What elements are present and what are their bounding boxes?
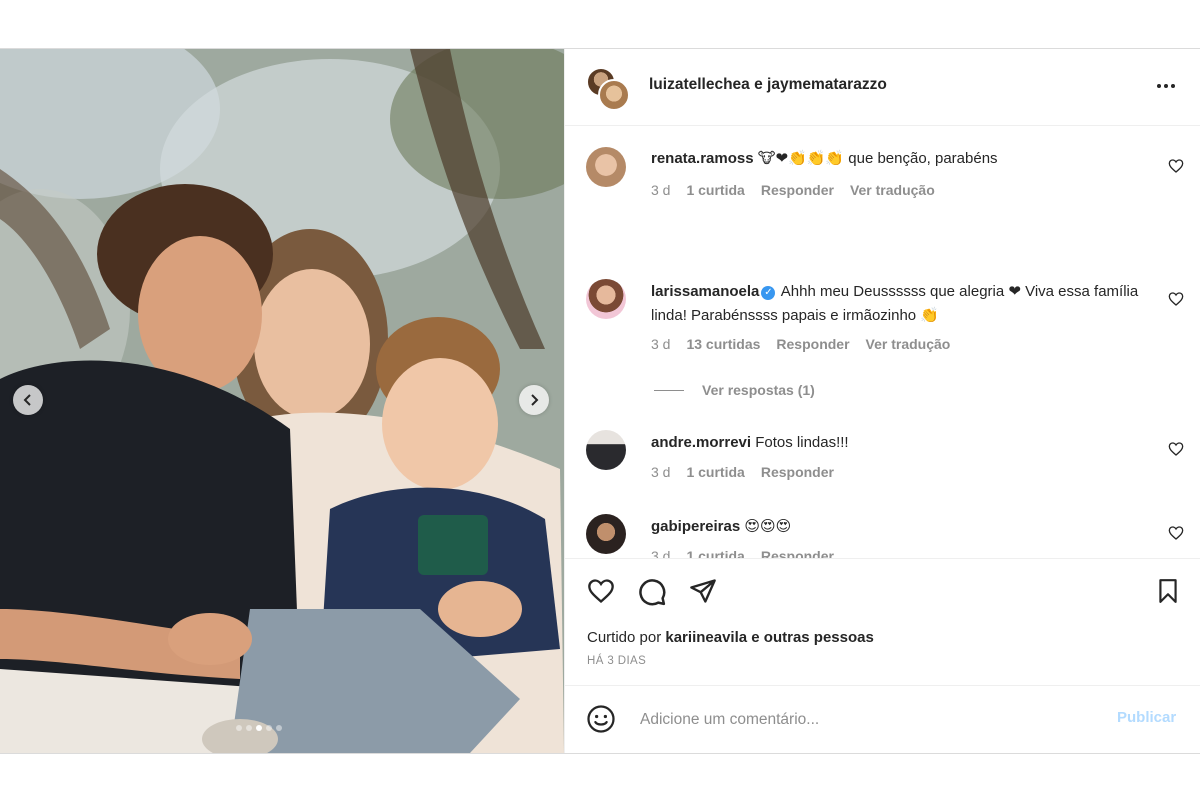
liked-by-text: Curtido por kariineavila e outras pessoa… [587,629,874,646]
chevron-right-icon [531,394,539,406]
comment-time: 3 d [651,548,671,558]
carousel-dot [246,725,252,731]
comment-body: larissamanoela ✓ Ahhh meu Deussssss que a… [651,280,1151,328]
comment-likes[interactable]: 13 curtidas [686,336,760,352]
carousel-dot [236,725,242,731]
comment-text: 😍😍😍 [744,518,792,535]
comment-text: Fotos lindas!!! [755,434,849,451]
comment-time: 3 d [651,464,671,480]
heart-icon[interactable] [1168,525,1184,541]
avatar[interactable] [586,279,626,319]
publish-button[interactable]: Publicar [1117,709,1176,726]
comment-meta: 3 d 1 curtida Responder [651,464,834,480]
comment-username[interactable]: gabipereiras [651,518,740,535]
comment-meta: 3 d 1 curtida Responder Ver tradução [651,182,935,198]
instagram-post: luizatellechea e jaymematarazzo renata.r… [0,48,1200,754]
carousel-dot-active [256,725,262,731]
reply-button[interactable]: Responder [761,182,834,198]
post-photo[interactable] [0,49,564,753]
comment-meta: 3 d 1 curtida Responder [651,548,834,558]
translate-button[interactable]: Ver tradução [850,182,935,198]
carousel-next-button[interactable] [519,385,549,415]
collab-avatars[interactable] [586,67,632,111]
post-side-panel: luizatellechea e jaymematarazzo renata.r… [564,49,1200,753]
avatar[interactable] [586,514,626,554]
comment-username[interactable]: andre.morrevi [651,434,751,451]
post-actions: Curtido por kariineavila e outras pessoa… [565,558,1200,685]
comment-time: 3 d [651,336,671,352]
comment-likes[interactable]: 1 curtida [686,182,744,198]
comments-list[interactable]: renata.ramoss 🐮❤👏👏👏 que benção, parabéns… [565,126,1200,558]
comment-bubble-icon[interactable] [637,577,667,607]
comment-likes[interactable]: 1 curtida [686,464,744,480]
more-horizontal-icon [1156,84,1161,88]
carousel-dot [266,725,272,731]
avatar [598,79,630,111]
comment-body: renata.ramoss 🐮❤👏👏👏 que benção, parabéns [651,147,1151,171]
liked-by-prefix: Curtido por [587,629,662,646]
carousel-dot [276,725,282,731]
comment-time: 3 d [651,182,671,198]
more-options-button[interactable] [1155,75,1181,97]
reply-button[interactable]: Responder [761,548,834,558]
comment-text: 🐮❤👏👏👏 que benção, parabéns [757,150,998,167]
comment-input[interactable] [638,706,1072,734]
chevron-left-icon [23,394,31,406]
avatar[interactable] [586,430,626,470]
comment-body: andre.morrevi Fotos lindas!!! [651,431,1151,455]
view-replies-label: Ver respostas (1) [702,382,815,398]
like-heart-icon[interactable] [586,577,616,605]
view-replies-button[interactable]: Ver respostas (1) [654,382,815,398]
liked-by-user[interactable]: kariineavila [665,629,747,646]
more-horizontal-icon [1170,84,1175,88]
post-timestamp[interactable]: HÁ 3 DIAS [587,655,646,667]
post-authors[interactable]: luizatellechea e jaymematarazzo [649,76,887,94]
avatar[interactable] [586,147,626,187]
translate-button[interactable]: Ver tradução [866,336,951,352]
post-header: luizatellechea e jaymematarazzo [565,49,1200,126]
liked-by-suffix[interactable]: e outras pessoas [751,629,874,646]
comment-meta: 3 d 13 curtidas Responder Ver tradução [651,336,950,352]
emoji-icon[interactable] [586,704,616,734]
divider [654,389,684,391]
comment-username[interactable]: renata.ramoss [651,150,754,167]
verified-badge-icon: ✓ [761,286,776,300]
carousel-previous-button[interactable] [13,385,43,415]
share-paper-plane-icon[interactable] [688,577,718,605]
family-photo-image [0,49,564,753]
reply-button[interactable]: Responder [761,464,834,480]
heart-icon[interactable] [1168,441,1184,457]
more-horizontal-icon [1163,84,1168,88]
carousel-dots [236,725,282,731]
heart-icon[interactable] [1168,291,1184,307]
comment-body: gabipereiras 😍😍😍 [651,515,1151,539]
add-comment-bar: Publicar [565,685,1200,754]
heart-icon[interactable] [1168,158,1184,174]
reply-button[interactable]: Responder [776,336,849,352]
comment-likes[interactable]: 1 curtida [686,548,744,558]
save-bookmark-icon[interactable] [1155,577,1181,605]
comment-username[interactable]: larissamanoela [651,283,759,300]
